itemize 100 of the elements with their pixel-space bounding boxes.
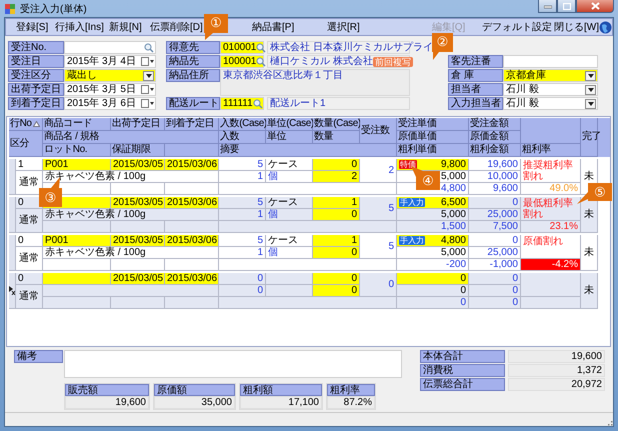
table-cell: ケース <box>266 159 313 171</box>
toolbar-button[interactable]: 閉じる[W] <box>553 20 600 34</box>
maximize-icon <box>562 2 570 10</box>
caret-icon <box>588 102 594 106</box>
input-field[interactable]: P001 <box>43 159 111 171</box>
input-field[interactable]: 1 <box>313 197 360 209</box>
field-label: 担当者 <box>448 83 503 96</box>
dropdown-field[interactable]: 蔵出し <box>64 69 156 82</box>
calendar-icon[interactable] <box>141 99 154 108</box>
remarks-field[interactable] <box>64 350 402 378</box>
search-icon[interactable] <box>252 98 263 108</box>
dropdown-button[interactable] <box>585 70 596 80</box>
input-field[interactable]: 2015年 3月 6日 <box>64 97 156 110</box>
toolbar-button[interactable]: 伝票削除[D] <box>149 20 204 34</box>
column-header: 出荷予定日 <box>111 118 165 131</box>
close-button[interactable] <box>576 0 614 13</box>
toolbar-button[interactable]: 納品書[P] <box>251 20 296 34</box>
field-label: 原価額 <box>154 384 235 396</box>
input-field[interactable]: 2015/03/06 <box>165 159 219 171</box>
input-field[interactable]: 010001 <box>220 41 264 54</box>
field-value: 20,972 <box>508 378 605 391</box>
table-cell: 赤キャベツ色素 / 100g <box>43 247 219 259</box>
table-cell <box>165 259 219 271</box>
input-field[interactable]: 2015年 3月 5日 <box>64 83 156 96</box>
field-label: 伝票総合計 <box>420 378 505 391</box>
toolbar-button[interactable]: 登録[S] <box>15 20 50 34</box>
dropdown-button[interactable] <box>585 98 596 108</box>
input-field[interactable]: 2 <box>313 171 360 183</box>
dropdown-button[interactable] <box>585 84 596 94</box>
table-cell: 19,600 <box>469 159 521 171</box>
table-cell: 5 <box>219 159 266 171</box>
input-field[interactable]: 2015/03/06 <box>165 273 219 285</box>
input-field[interactable] <box>43 273 111 285</box>
input-field[interactable]: P001 <box>43 235 111 247</box>
input-field[interactable]: 2015年 3月 4日 <box>64 55 156 68</box>
dropdown-field[interactable]: 京都倉庫 <box>503 69 598 82</box>
row-header[interactable] <box>9 273 16 309</box>
input-field[interactable]: 0 <box>313 209 360 221</box>
input-field[interactable]: 2015/03/05 <box>111 197 165 209</box>
input-field[interactable]: 2015/03/05 <box>111 159 165 171</box>
input-field[interactable]: 0 <box>313 285 360 297</box>
table-cell <box>111 221 165 233</box>
calendar-icon[interactable] <box>141 57 154 66</box>
input-field[interactable]: 2015/03/06 <box>165 235 219 247</box>
column-header: 完了 <box>581 118 598 157</box>
sort-icon[interactable] <box>32 121 40 127</box>
input-field[interactable]: 0 <box>313 273 360 285</box>
field-value: 87.2% <box>327 396 375 409</box>
toolbar-button[interactable]: 選択[R] <box>326 20 361 34</box>
input-field[interactable] <box>64 41 156 54</box>
toolbar-button[interactable]: 行挿入[Ins] <box>54 20 105 34</box>
column-header: 受注数 <box>360 118 397 144</box>
resize-grip-icon[interactable] <box>605 418 613 426</box>
input-field[interactable] <box>503 55 598 68</box>
input-field[interactable]: 0 <box>313 247 360 259</box>
field-value: 19,600 <box>65 396 149 409</box>
table-cell: 0 <box>16 273 43 285</box>
warning-text: 推奨粗利率割れ <box>521 159 581 183</box>
app-icon <box>4 2 16 14</box>
input-field[interactable]: 111111 <box>220 97 264 110</box>
input-field[interactable]: 1 <box>313 235 360 247</box>
input-field[interactable]: 手入力 6,500 <box>397 197 469 209</box>
price-tag: 手入力 <box>399 236 425 245</box>
field-label: 販売額 <box>65 384 149 396</box>
new-row-icon <box>9 286 15 295</box>
toolbar-button[interactable]: デフォルト設定 <box>481 20 553 34</box>
dropdown-button[interactable] <box>143 70 154 80</box>
table-cell: 個 <box>266 171 313 183</box>
input-field[interactable]: 2015/03/06 <box>165 197 219 209</box>
caret-icon <box>146 74 152 78</box>
input-field[interactable]: 100001 <box>220 55 264 68</box>
input-field[interactable]: 手入力 4,800 <box>397 235 469 247</box>
dropdown-field[interactable]: 石川 毅 <box>503 83 598 96</box>
search-icon[interactable] <box>256 56 266 66</box>
input-field[interactable]: 2015/03/05 <box>111 273 165 285</box>
table-cell: 23.1% <box>521 221 581 233</box>
column-header: 単位 <box>266 131 313 144</box>
table-cell <box>43 259 111 271</box>
dropdown-field[interactable]: 石川 毅 <box>503 97 598 110</box>
field-label: 到着予定日 <box>8 97 64 110</box>
table-cell: 9,600 <box>469 183 521 195</box>
maximize-button[interactable] <box>557 0 576 13</box>
input-field[interactable]: 0 <box>313 159 360 171</box>
table-cell <box>43 221 111 233</box>
field-label: 備考 <box>14 350 63 363</box>
input-field[interactable]: 2015/03/05 <box>111 235 165 247</box>
table-cell: 通常 <box>16 285 43 309</box>
callout-tooltip: ① <box>203 14 229 41</box>
caret-icon <box>588 88 594 92</box>
input-field[interactable]: 0 <box>397 273 469 285</box>
table-cell: 未 <box>581 235 598 271</box>
field-value: 17,100 <box>240 396 322 409</box>
globe-icon[interactable] <box>599 20 612 34</box>
calendar-icon[interactable] <box>141 85 154 94</box>
search-icon[interactable] <box>256 42 266 52</box>
table-cell: -1,000 <box>469 259 521 271</box>
toolbar-button[interactable]: 新規[N] <box>108 20 143 34</box>
search-icon[interactable] <box>144 42 154 52</box>
input-field[interactable]: 特価 9,800 <box>397 159 469 171</box>
minimize-button[interactable] <box>538 0 557 13</box>
